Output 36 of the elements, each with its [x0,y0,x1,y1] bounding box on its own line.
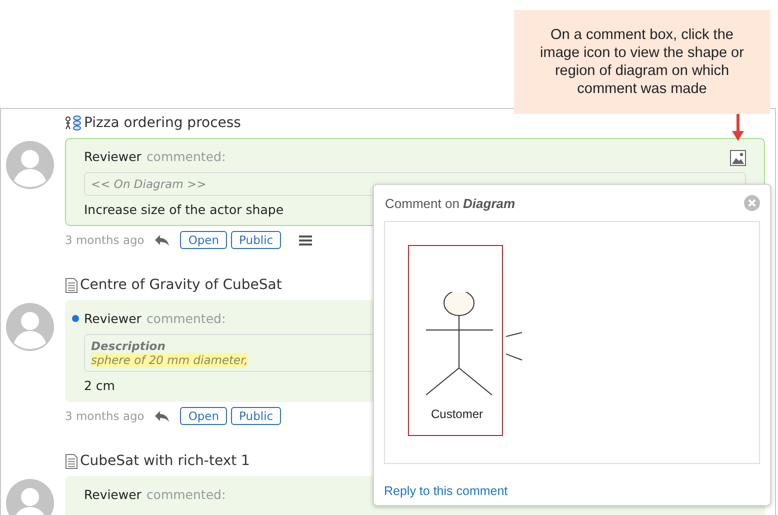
actor-label: Customer [431,407,484,421]
author-name: Reviewer [84,310,142,326]
comment-text: Increase size of the actor shape [84,202,284,217]
comment-title[interactable]: Pizza ordering process [84,115,241,131]
image-icon[interactable] [730,150,746,166]
avatar-icon [6,479,54,515]
author-name: Reviewer [84,486,142,502]
comment-verb: commented: [146,148,226,164]
status-button[interactable]: Open [180,231,228,249]
comment-verb: commented: [146,486,226,502]
document-icon [65,454,78,468]
menu-icon[interactable] [299,234,312,246]
avatar-icon [6,303,54,351]
visibility-button[interactable]: Public [231,231,282,249]
quote-text: << On Diagram >> [91,177,206,191]
popup-title: Comment on Diagram [384,196,516,210]
visibility-button[interactable]: Public [231,407,282,425]
comment-title[interactable]: CubeSat with rich-text 1 [80,453,250,469]
author-name: Reviewer [84,148,142,164]
reply-link[interactable]: Reply to this comment [384,484,508,498]
reply-icon[interactable] [154,234,170,246]
connector-lines [506,332,523,362]
status-button[interactable]: Open [180,407,228,425]
pointer-arrow [732,114,744,141]
reply-icon[interactable] [154,410,170,422]
highlighted-quote: sphere of 20 mm diameter, [91,353,248,367]
quote-label: Description [91,339,166,353]
comment-title[interactable]: Centre of Gravity of CubeSat [80,277,282,293]
timestamp: 3 months ago [65,233,144,247]
avatar-icon [6,141,54,189]
callout-text: On a comment box, click the image icon to view the shape or region of diagram on which comment was made [514,10,770,114]
comment-verb: commented: [146,310,226,326]
document-icon [65,278,78,292]
comment-text: 2 cm [84,378,115,393]
diagram-icon [65,115,82,131]
timestamp: 3 months ago [65,409,144,423]
